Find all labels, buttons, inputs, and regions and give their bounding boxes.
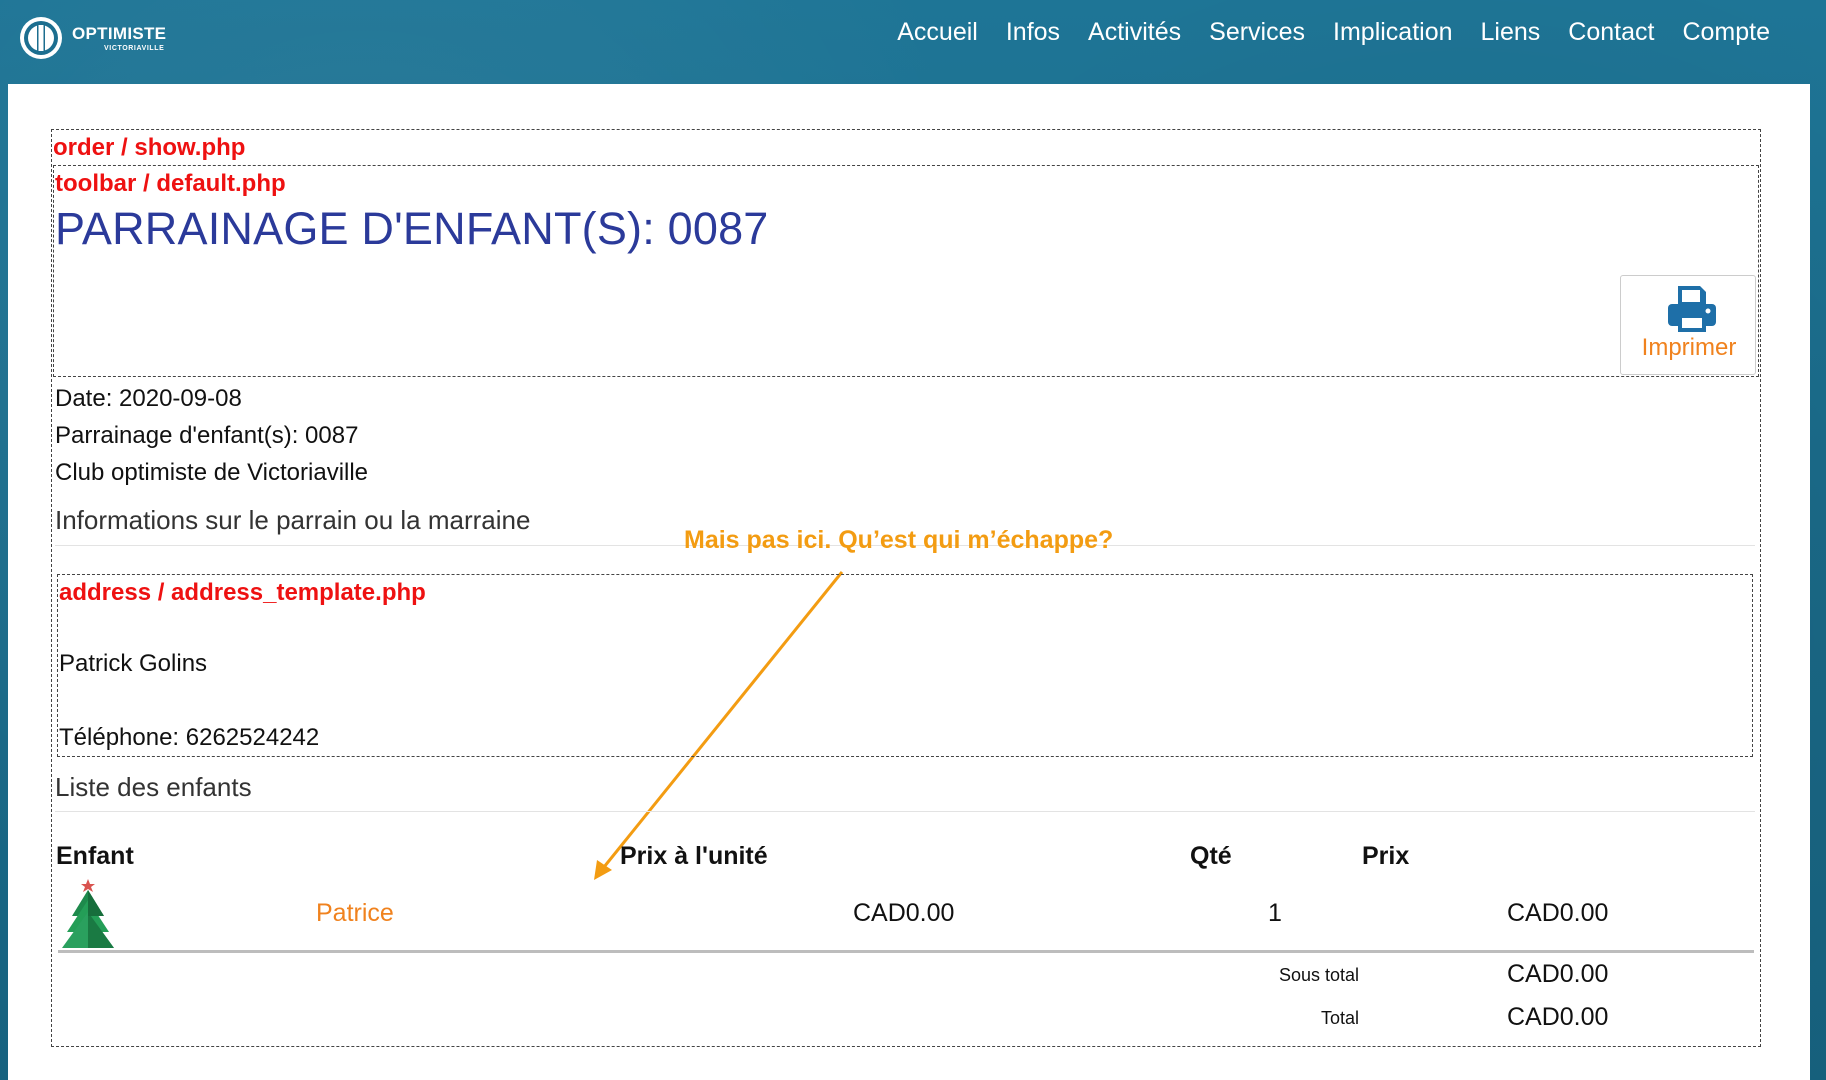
nav-item-services[interactable]: Services <box>1195 18 1319 47</box>
column-header-prix-unite: Prix à l'unité <box>620 842 768 870</box>
nav-item-infos[interactable]: Infos <box>992 18 1074 47</box>
children-heading: Liste des enfants <box>55 772 252 802</box>
child-link[interactable]: Patrice <box>316 899 394 928</box>
print-button-label: Imprimer <box>1641 334 1737 361</box>
page-title: PARRAINAGE D'ENFANT(S): 0087 <box>55 203 769 254</box>
nav-item-accueil[interactable]: Accueil <box>883 18 992 47</box>
main-nav: Accueil Infos Activités Services Implica… <box>883 18 1784 47</box>
order-template-label: order / show.php <box>53 134 246 161</box>
column-header-qte: Qté <box>1190 842 1232 870</box>
address-template-label: address / address_template.php <box>59 579 426 606</box>
toolbar-template-box <box>53 165 1759 377</box>
optimist-logo-icon <box>20 17 62 59</box>
nav-item-contact[interactable]: Contact <box>1554 18 1668 47</box>
child-quantity: 1 <box>1268 899 1282 927</box>
subtotal-label: Sous total <box>1278 965 1359 985</box>
column-header-enfant: Enfant <box>56 842 134 870</box>
sponsor-phone: Téléphone: 6262524242 <box>59 724 320 751</box>
logo-subtitle: VICTORIAVILLE <box>104 44 165 52</box>
print-button[interactable]: Imprimer <box>1620 275 1756 375</box>
order-number: Parrainage d'enfant(s): 0087 <box>55 422 359 449</box>
sponsor-heading: Informations sur le parrain ou la marrai… <box>55 505 531 535</box>
toolbar-template-label: toolbar / default.php <box>55 170 286 197</box>
total-label: Total <box>1320 1008 1359 1028</box>
christmas-tree-icon <box>62 879 114 948</box>
nav-item-compte[interactable]: Compte <box>1668 18 1784 47</box>
annotation-text: Mais pas ici. Qu’est qui m’échappe? <box>684 526 1114 554</box>
child-unit-price: CAD0.00 <box>853 899 955 927</box>
printer-icon <box>1668 286 1716 332</box>
site-logo[interactable]: OPTIMISTE VICTORIAVILLE <box>18 12 166 64</box>
site-header: OPTIMISTE VICTORIAVILLE Accueil Infos Ac… <box>0 0 1826 84</box>
children-divider <box>55 811 1755 812</box>
club-name: Club optimiste de Victoriaville <box>55 459 369 486</box>
logo-title: OPTIMISTE <box>72 23 167 43</box>
sponsor-name: Patrick Golins <box>59 650 208 677</box>
nav-item-liens[interactable]: Liens <box>1467 18 1555 47</box>
row-divider <box>58 950 1754 953</box>
subtotal-value: CAD0.00 <box>1507 960 1609 988</box>
nav-item-activites[interactable]: Activités <box>1074 18 1195 47</box>
column-header-prix: Prix <box>1362 842 1410 870</box>
order-date: Date: 2020-09-08 <box>55 385 242 412</box>
nav-item-implication[interactable]: Implication <box>1319 18 1467 47</box>
total-value: CAD0.00 <box>1507 1003 1609 1031</box>
child-price: CAD0.00 <box>1507 899 1609 927</box>
